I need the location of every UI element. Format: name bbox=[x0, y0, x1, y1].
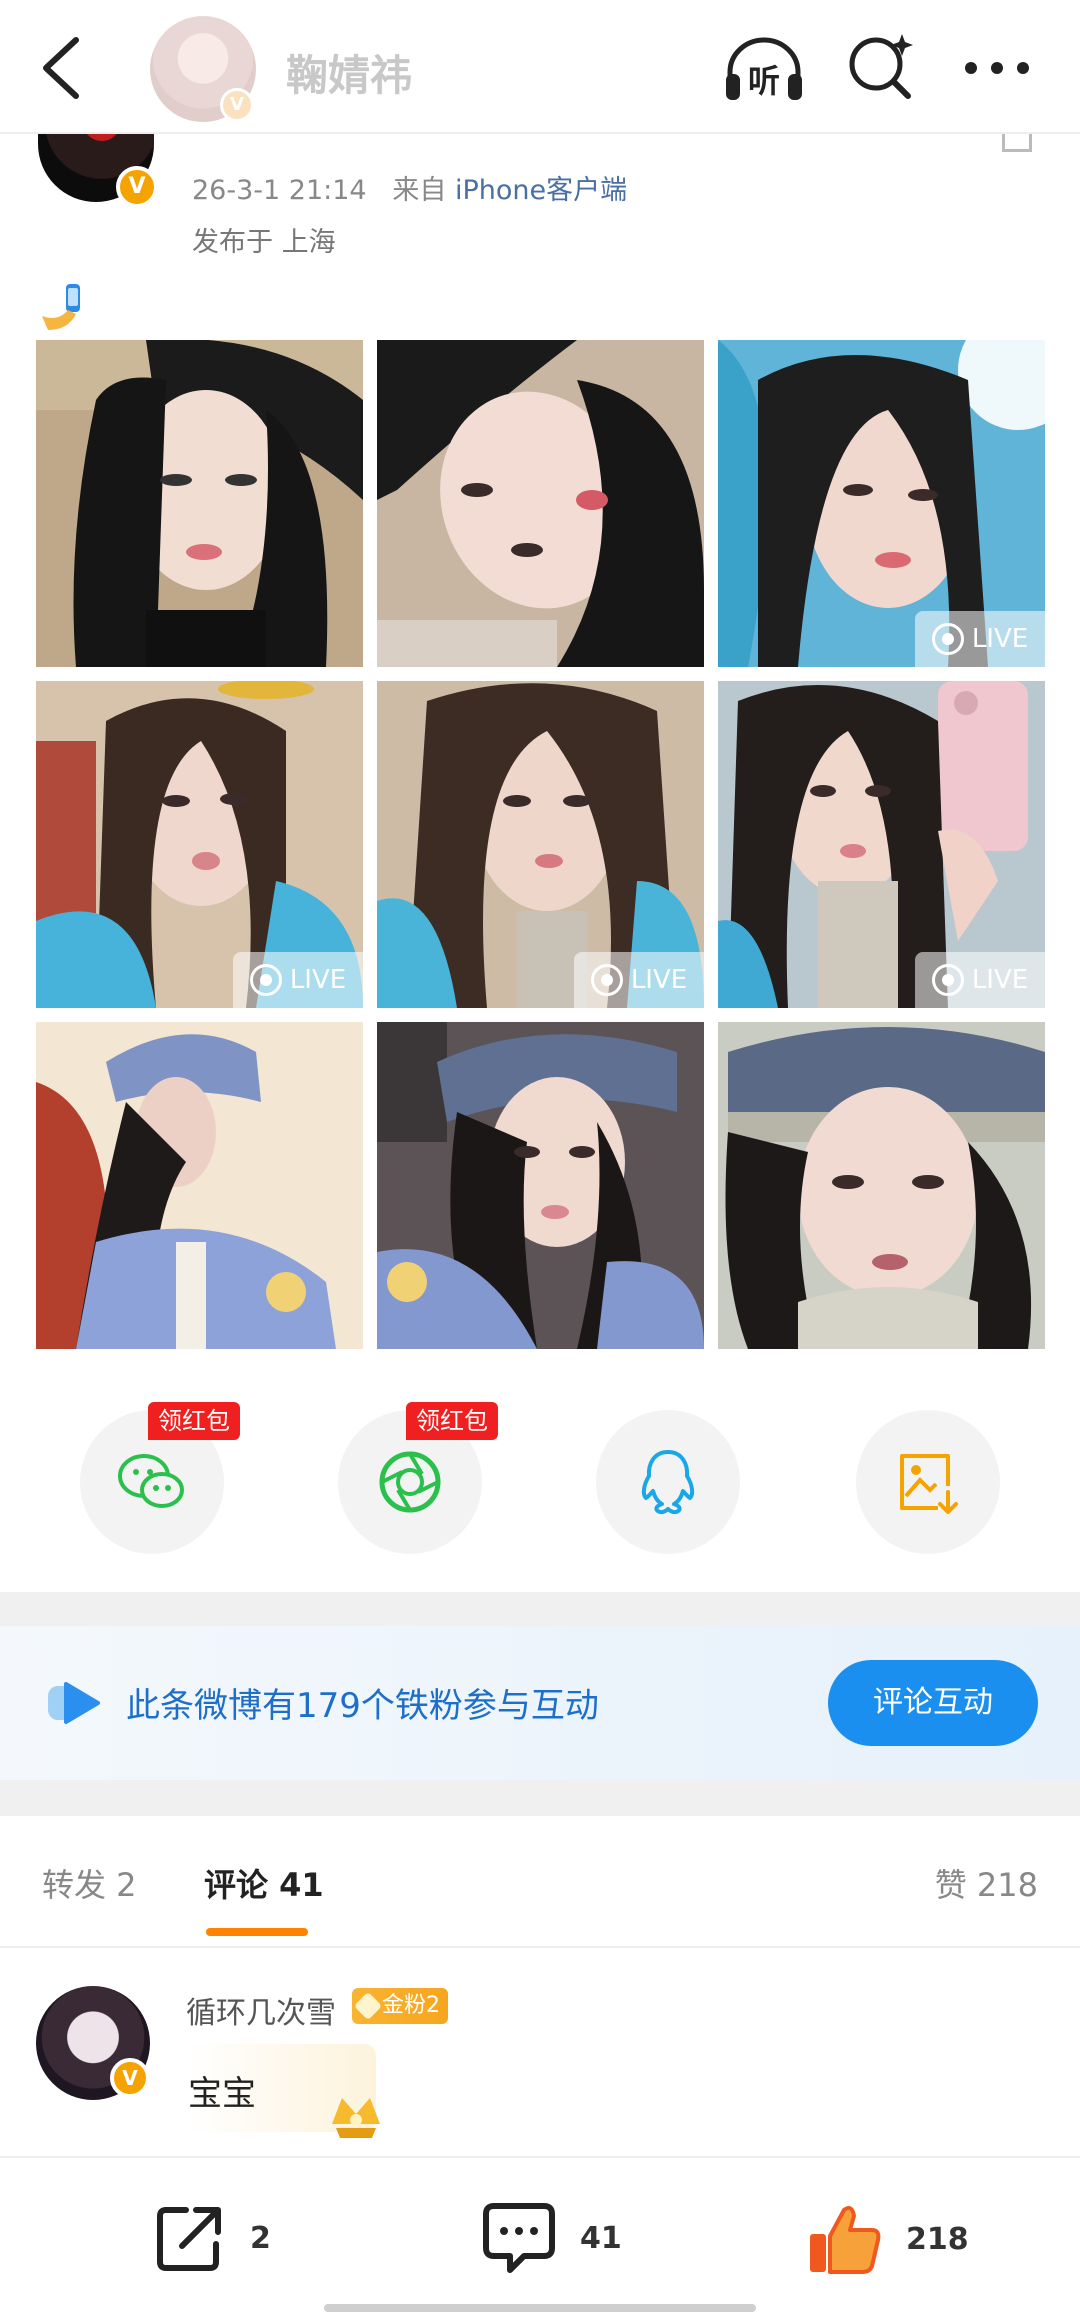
divider bbox=[0, 1780, 1080, 1816]
photo-9[interactable] bbox=[718, 1022, 1045, 1349]
post-location: 发布于 上海 bbox=[192, 227, 336, 258]
commenter-name[interactable]: 循环几次雪 bbox=[186, 1988, 336, 2032]
live-photo-badge: LIVE bbox=[915, 952, 1045, 1008]
top-nav-bar: V 鞠婧祎 听 bbox=[0, 0, 1080, 134]
post-meta: 26-3-1 21:14 来自 iPhone客户端 bbox=[192, 168, 627, 207]
fan-interaction-text: 此条微博有179个铁粉参与互动 bbox=[126, 1686, 599, 1726]
post-time: 26-3-1 21:14 bbox=[192, 175, 367, 206]
qq-penguin-icon bbox=[641, 1450, 695, 1515]
post-source[interactable]: iPhone客户端 bbox=[455, 175, 627, 206]
tab-repost[interactable]: 转发 2 bbox=[42, 1860, 137, 1906]
back-arrow-icon[interactable] bbox=[34, 32, 94, 102]
verified-badge-icon bbox=[116, 166, 158, 208]
red-packet-tag: 领红包 bbox=[148, 1402, 240, 1440]
share-row: 领红包 领红包 bbox=[0, 1402, 1080, 1560]
comment-action[interactable]: 41 bbox=[480, 2200, 622, 2276]
author-avatar-small[interactable]: V bbox=[150, 16, 256, 122]
photo-5[interactable]: LIVE bbox=[377, 681, 704, 1008]
verified-badge: V bbox=[110, 2058, 150, 2098]
photo-6[interactable]: LIVE bbox=[718, 681, 1045, 1008]
comment-interact-button[interactable]: 评论互动 bbox=[828, 1660, 1038, 1746]
fan-interaction-banner[interactable]: 此条微博有179个铁粉参与互动 评论互动 bbox=[0, 1626, 1080, 1780]
active-tab-indicator bbox=[206, 1928, 308, 1936]
play-arrow-icon bbox=[48, 1682, 100, 1724]
source-prefix: 来自 bbox=[392, 175, 447, 206]
gem-icon bbox=[353, 1991, 383, 2021]
share-moments-button[interactable]: 领红包 bbox=[338, 1402, 498, 1554]
crown-decoration-icon bbox=[332, 2098, 380, 2138]
photo-1[interactable] bbox=[36, 340, 363, 667]
tab-comment[interactable]: 评论 41 bbox=[204, 1860, 324, 1906]
repost-count: 2 bbox=[250, 2220, 271, 2256]
live-label: LIVE bbox=[630, 965, 688, 995]
photo-8[interactable] bbox=[377, 1022, 704, 1349]
photo-2[interactable] bbox=[377, 340, 704, 667]
search-sparkle-icon[interactable] bbox=[846, 30, 916, 100]
photo-3[interactable]: LIVE bbox=[718, 340, 1045, 667]
tab-like[interactable]: 赞 218 bbox=[935, 1860, 1038, 1906]
live-icon bbox=[931, 964, 964, 996]
fan-level-badge[interactable]: 金粉2 bbox=[352, 1988, 448, 2024]
moments-aperture-icon bbox=[379, 1451, 441, 1513]
verified-badge: V bbox=[220, 88, 254, 122]
bookmark-icon[interactable] bbox=[1002, 134, 1032, 152]
live-icon bbox=[249, 964, 282, 996]
repost-action[interactable]: 2 bbox=[152, 2200, 271, 2276]
live-photo-badge: LIVE bbox=[915, 611, 1045, 667]
save-image-button[interactable] bbox=[856, 1410, 1000, 1554]
share-arrow-icon bbox=[157, 2207, 221, 2271]
comment-bubble-icon bbox=[483, 2203, 555, 2273]
listen-label: 听 bbox=[748, 62, 780, 100]
selfie-hand-emoji-icon bbox=[42, 284, 80, 330]
red-packet-tag: 领红包 bbox=[406, 1402, 498, 1440]
live-label: LIVE bbox=[971, 624, 1029, 654]
save-image-icon bbox=[900, 1454, 958, 1514]
headphones-listen-icon[interactable]: 听 bbox=[722, 34, 806, 104]
live-icon bbox=[931, 623, 964, 655]
comment-count: 41 bbox=[580, 2220, 622, 2256]
home-indicator bbox=[324, 2304, 756, 2312]
comment-text: 宝宝 bbox=[188, 2074, 256, 2114]
wechat-icon bbox=[118, 1454, 184, 1508]
photo-7[interactable] bbox=[36, 1022, 363, 1349]
share-qq-button[interactable] bbox=[596, 1410, 740, 1554]
bottom-action-bar: 2 41 218 bbox=[0, 2156, 1080, 2316]
live-icon bbox=[590, 964, 623, 996]
fan-level-label: 金粉2 bbox=[382, 1993, 440, 2018]
like-count: 218 bbox=[906, 2221, 969, 2257]
share-wechat-button[interactable]: 领红包 bbox=[80, 1402, 240, 1554]
divider bbox=[0, 1592, 1080, 1626]
photo-grid: LIVE LIVE LIVE LIVE bbox=[36, 340, 1045, 1350]
more-options-icon[interactable] bbox=[962, 58, 1032, 78]
thumbs-up-icon bbox=[810, 2206, 881, 2274]
like-action[interactable]: 218 bbox=[806, 2200, 969, 2278]
photo-4[interactable]: LIVE bbox=[36, 681, 363, 1008]
live-label: LIVE bbox=[289, 965, 347, 995]
author-name-header[interactable]: 鞠婧祎 bbox=[286, 42, 412, 103]
live-photo-badge: LIVE bbox=[574, 952, 704, 1008]
live-label: LIVE bbox=[971, 965, 1029, 995]
post-tabs: 转发 2 评论 41 赞 218 bbox=[0, 1816, 1080, 1948]
live-photo-badge: LIVE bbox=[233, 952, 363, 1008]
